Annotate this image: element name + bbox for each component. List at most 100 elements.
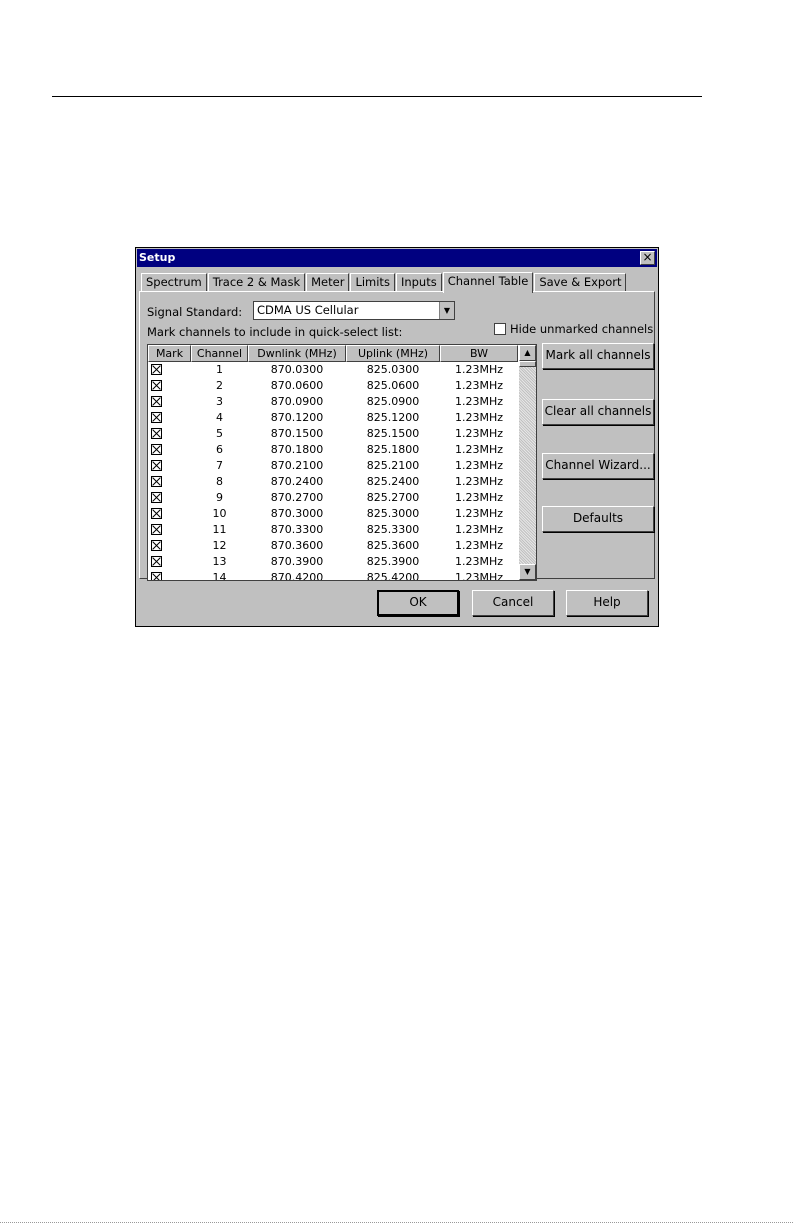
bw-cell: 1.23MHz (454, 379, 504, 392)
mark-cell (148, 522, 191, 538)
downlink-cell: 870.3300 (270, 523, 324, 536)
channel-cell: 14 (212, 571, 227, 581)
chevron-down-icon[interactable]: ▼ (439, 302, 454, 319)
downlink-cell: 870.0600 (270, 379, 324, 392)
table-row[interactable]: 10 870.3000 825.3000 1.23MHz (148, 506, 518, 522)
bw-cell: 1.23MHz (454, 555, 504, 568)
column-header-uplink-mhz[interactable]: Uplink (MHz) (346, 345, 440, 362)
downlink-cell: 870.0900 (270, 395, 324, 408)
table-row[interactable]: 11 870.3300 825.3300 1.23MHz (148, 522, 518, 538)
channel-wizard-button[interactable]: Channel Wizard... (542, 453, 654, 479)
channel-cell: 8 (216, 475, 223, 488)
column-header-bw[interactable]: BW (440, 345, 518, 362)
channel-cell: 13 (212, 555, 227, 568)
table-row[interactable]: 12 870.3600 825.3600 1.23MHz (148, 538, 518, 554)
uplink-cell: 825.0900 (366, 395, 420, 408)
uplink-cell: 825.0600 (366, 379, 420, 392)
table-row[interactable]: 7 870.2100 825.2100 1.23MHz (148, 458, 518, 474)
dialog-title: Setup (139, 251, 176, 264)
uplink-cell: 825.3000 (366, 507, 420, 520)
setup-dialog: Setup × Spectrum Trace 2 & Mask Meter Limit… (135, 247, 659, 627)
hide-unmarked-label: Hide unmarked channels (510, 322, 654, 336)
mark-cell (148, 570, 191, 580)
mark-checkbox[interactable] (151, 444, 162, 455)
column-header-mark[interactable]: Mark (148, 345, 191, 362)
mark-all-channels-button[interactable]: Mark all channels (542, 343, 654, 369)
scroll-thumb[interactable] (519, 361, 536, 367)
mark-checkbox[interactable] (151, 556, 162, 567)
mark-checkbox[interactable] (151, 476, 162, 487)
uplink-cell: 825.1500 (366, 427, 420, 440)
bw-cell: 1.23MHz (454, 395, 504, 408)
close-icon[interactable]: × (640, 251, 655, 265)
help-button[interactable]: Help (566, 590, 648, 616)
tab-limits[interactable]: Limits (350, 273, 395, 292)
mark-checkbox[interactable] (151, 412, 162, 423)
table-scrollbar[interactable]: ▲ ▼ (519, 345, 536, 580)
table-row[interactable]: 8 870.2400 825.2400 1.23MHz (148, 474, 518, 490)
tab-save-export[interactable]: Save & Export (534, 273, 627, 292)
mark-checkbox[interactable] (151, 572, 162, 580)
column-header-dwnlink-mhz[interactable]: Dwnlink (MHz) (248, 345, 346, 362)
tab-trace-2-mask[interactable]: Trace 2 & Mask (207, 273, 306, 292)
tab-spectrum[interactable]: Spectrum (141, 273, 207, 292)
mark-checkbox[interactable] (151, 364, 162, 375)
clear-all-channels-button[interactable]: Clear all channels (542, 399, 654, 425)
mark-cell (148, 426, 191, 442)
downlink-cell: 870.3600 (270, 539, 324, 552)
hide-unmarked-checkbox[interactable] (494, 323, 506, 335)
uplink-cell: 825.2100 (366, 459, 420, 472)
downlink-cell: 870.1800 (270, 443, 324, 456)
bw-cell: 1.23MHz (454, 507, 504, 520)
table-row[interactable]: 13 870.3900 825.3900 1.23MHz (148, 554, 518, 570)
mark-checkbox[interactable] (151, 460, 162, 471)
scroll-up-icon[interactable]: ▲ (519, 345, 536, 361)
channel-cell: 1 (216, 363, 223, 376)
scroll-down-icon[interactable]: ▼ (519, 564, 536, 580)
table-row[interactable]: 2 870.0600 825.0600 1.23MHz (148, 378, 518, 394)
signal-standard-value: CDMA US Cellular (257, 303, 359, 317)
table-row[interactable]: 6 870.1800 825.1800 1.23MHz (148, 442, 518, 458)
channel-cell: 2 (216, 379, 223, 392)
tab-inputs[interactable]: Inputs (395, 273, 442, 292)
cancel-button[interactable]: Cancel (472, 590, 554, 616)
mark-checkbox[interactable] (151, 492, 162, 503)
table-row[interactable]: 4 870.1200 825.1200 1.23MHz (148, 410, 518, 426)
mark-checkbox[interactable] (151, 396, 162, 407)
channel-cell: 10 (212, 507, 227, 520)
mark-cell (148, 554, 191, 570)
mark-checkbox[interactable] (151, 540, 162, 551)
downlink-cell: 870.3900 (270, 555, 324, 568)
bw-cell: 1.23MHz (454, 523, 504, 536)
table-row[interactable]: 5 870.1500 825.1500 1.23MHz (148, 426, 518, 442)
table-row[interactable]: 3 870.0900 825.0900 1.23MHz (148, 394, 518, 410)
mark-cell (148, 538, 191, 554)
bw-cell: 1.23MHz (454, 475, 504, 488)
table-row[interactable]: 9 870.2700 825.2700 1.23MHz (148, 490, 518, 506)
downlink-cell: 870.3000 (270, 507, 324, 520)
downlink-cell: 870.0300 (270, 363, 324, 376)
table-header: Mark Channel Dwnlink (MHz) Uplink (MHz) BW (148, 345, 518, 362)
bw-cell: 1.23MHz (454, 411, 504, 424)
bw-cell: 1.23MHz (454, 427, 504, 440)
table-row[interactable]: 14 870.4200 825.4200 1.23MHz (148, 570, 518, 581)
mark-checkbox[interactable] (151, 508, 162, 519)
downlink-cell: 870.4200 (270, 571, 324, 581)
mark-checkbox[interactable] (151, 524, 162, 535)
channel-cell: 7 (216, 459, 223, 472)
channel-cell: 6 (216, 443, 223, 456)
column-header-channel[interactable]: Channel (191, 345, 248, 362)
defaults-button[interactable]: Defaults (542, 506, 654, 532)
table-row[interactable]: 1 870.0300 825.0300 1.23MHz (148, 362, 518, 378)
channel-table: Mark Channel Dwnlink (MHz) Uplink (MHz) BW 1… (147, 344, 537, 581)
signal-standard-select[interactable]: CDMA US Cellular ▼ (253, 301, 455, 320)
ok-button[interactable]: OK (377, 590, 459, 616)
bw-cell: 1.23MHz (454, 459, 504, 472)
tab-meter[interactable]: Meter (306, 273, 350, 292)
mark-checkbox[interactable] (151, 428, 162, 439)
mark-checkbox[interactable] (151, 380, 162, 391)
bw-cell: 1.23MHz (454, 443, 504, 456)
uplink-cell: 825.3300 (366, 523, 420, 536)
channel-cell: 5 (216, 427, 223, 440)
tab-channel-table[interactable]: Channel Table (442, 272, 534, 293)
